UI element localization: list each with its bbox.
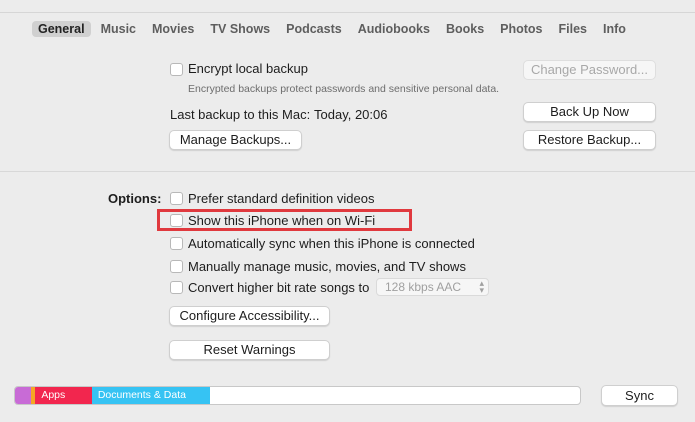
bitrate-select-value: 128 kbps AAC	[385, 280, 462, 294]
convert-bitrate-checkbox[interactable]	[170, 281, 183, 294]
back-up-now-button[interactable]: Back Up Now	[523, 102, 656, 122]
storage-segment-other	[15, 387, 31, 404]
change-password-button[interactable]: Change Password...	[523, 60, 656, 80]
manual-manage-label: Manually manage music, movies, and TV sh…	[188, 259, 466, 274]
tab-books[interactable]: Books	[440, 21, 490, 37]
encrypt-backup-checkbox[interactable]	[170, 63, 183, 76]
tab-bar: General Music Movies TV Shows Podcasts A…	[32, 20, 636, 38]
tab-movies[interactable]: Movies	[146, 21, 200, 37]
storage-bar: Apps Documents & Data	[14, 386, 581, 405]
storage-segment-apps: Apps	[35, 387, 92, 404]
tab-music[interactable]: Music	[95, 21, 142, 37]
tab-files[interactable]: Files	[553, 21, 594, 37]
options-heading: Options:	[108, 191, 162, 206]
restore-backup-button[interactable]: Restore Backup...	[523, 130, 656, 150]
sync-button[interactable]: Sync	[601, 385, 678, 406]
tab-general[interactable]: General	[32, 21, 91, 37]
auto-sync-label: Automatically sync when this iPhone is c…	[188, 236, 475, 251]
prefer-sd-checkbox[interactable]	[170, 192, 183, 205]
last-backup-label: Last backup to this Mac:	[170, 107, 311, 122]
bitrate-select[interactable]: 128 kbps AAC ▴ ▾	[376, 278, 489, 296]
convert-bitrate-label: Convert higher bit rate songs to	[188, 280, 370, 295]
tab-podcasts[interactable]: Podcasts	[280, 21, 348, 37]
section-divider	[0, 171, 695, 172]
prefer-sd-label: Prefer standard definition videos	[188, 191, 375, 206]
top-separator	[0, 12, 695, 13]
tab-photos[interactable]: Photos	[494, 21, 548, 37]
reset-warnings-button[interactable]: Reset Warnings	[169, 340, 330, 360]
tab-info[interactable]: Info	[597, 21, 632, 37]
last-backup-value: Today, 20:06	[314, 107, 388, 122]
configure-accessibility-button[interactable]: Configure Accessibility...	[169, 306, 330, 326]
encrypt-backup-label: Encrypt local backup	[188, 61, 308, 76]
updown-chevron-icon: ▴ ▾	[479, 278, 484, 295]
storage-segment-documents: Documents & Data	[91, 387, 211, 404]
encrypt-backup-hint: Encrypted backups protect passwords and …	[188, 83, 500, 95]
manage-backups-button[interactable]: Manage Backups...	[169, 130, 302, 150]
manual-manage-checkbox[interactable]	[170, 260, 183, 273]
auto-sync-checkbox[interactable]	[170, 237, 183, 250]
tab-audiobooks[interactable]: Audiobooks	[352, 21, 436, 37]
highlight-box	[157, 209, 412, 231]
tab-tv-shows[interactable]: TV Shows	[204, 21, 276, 37]
